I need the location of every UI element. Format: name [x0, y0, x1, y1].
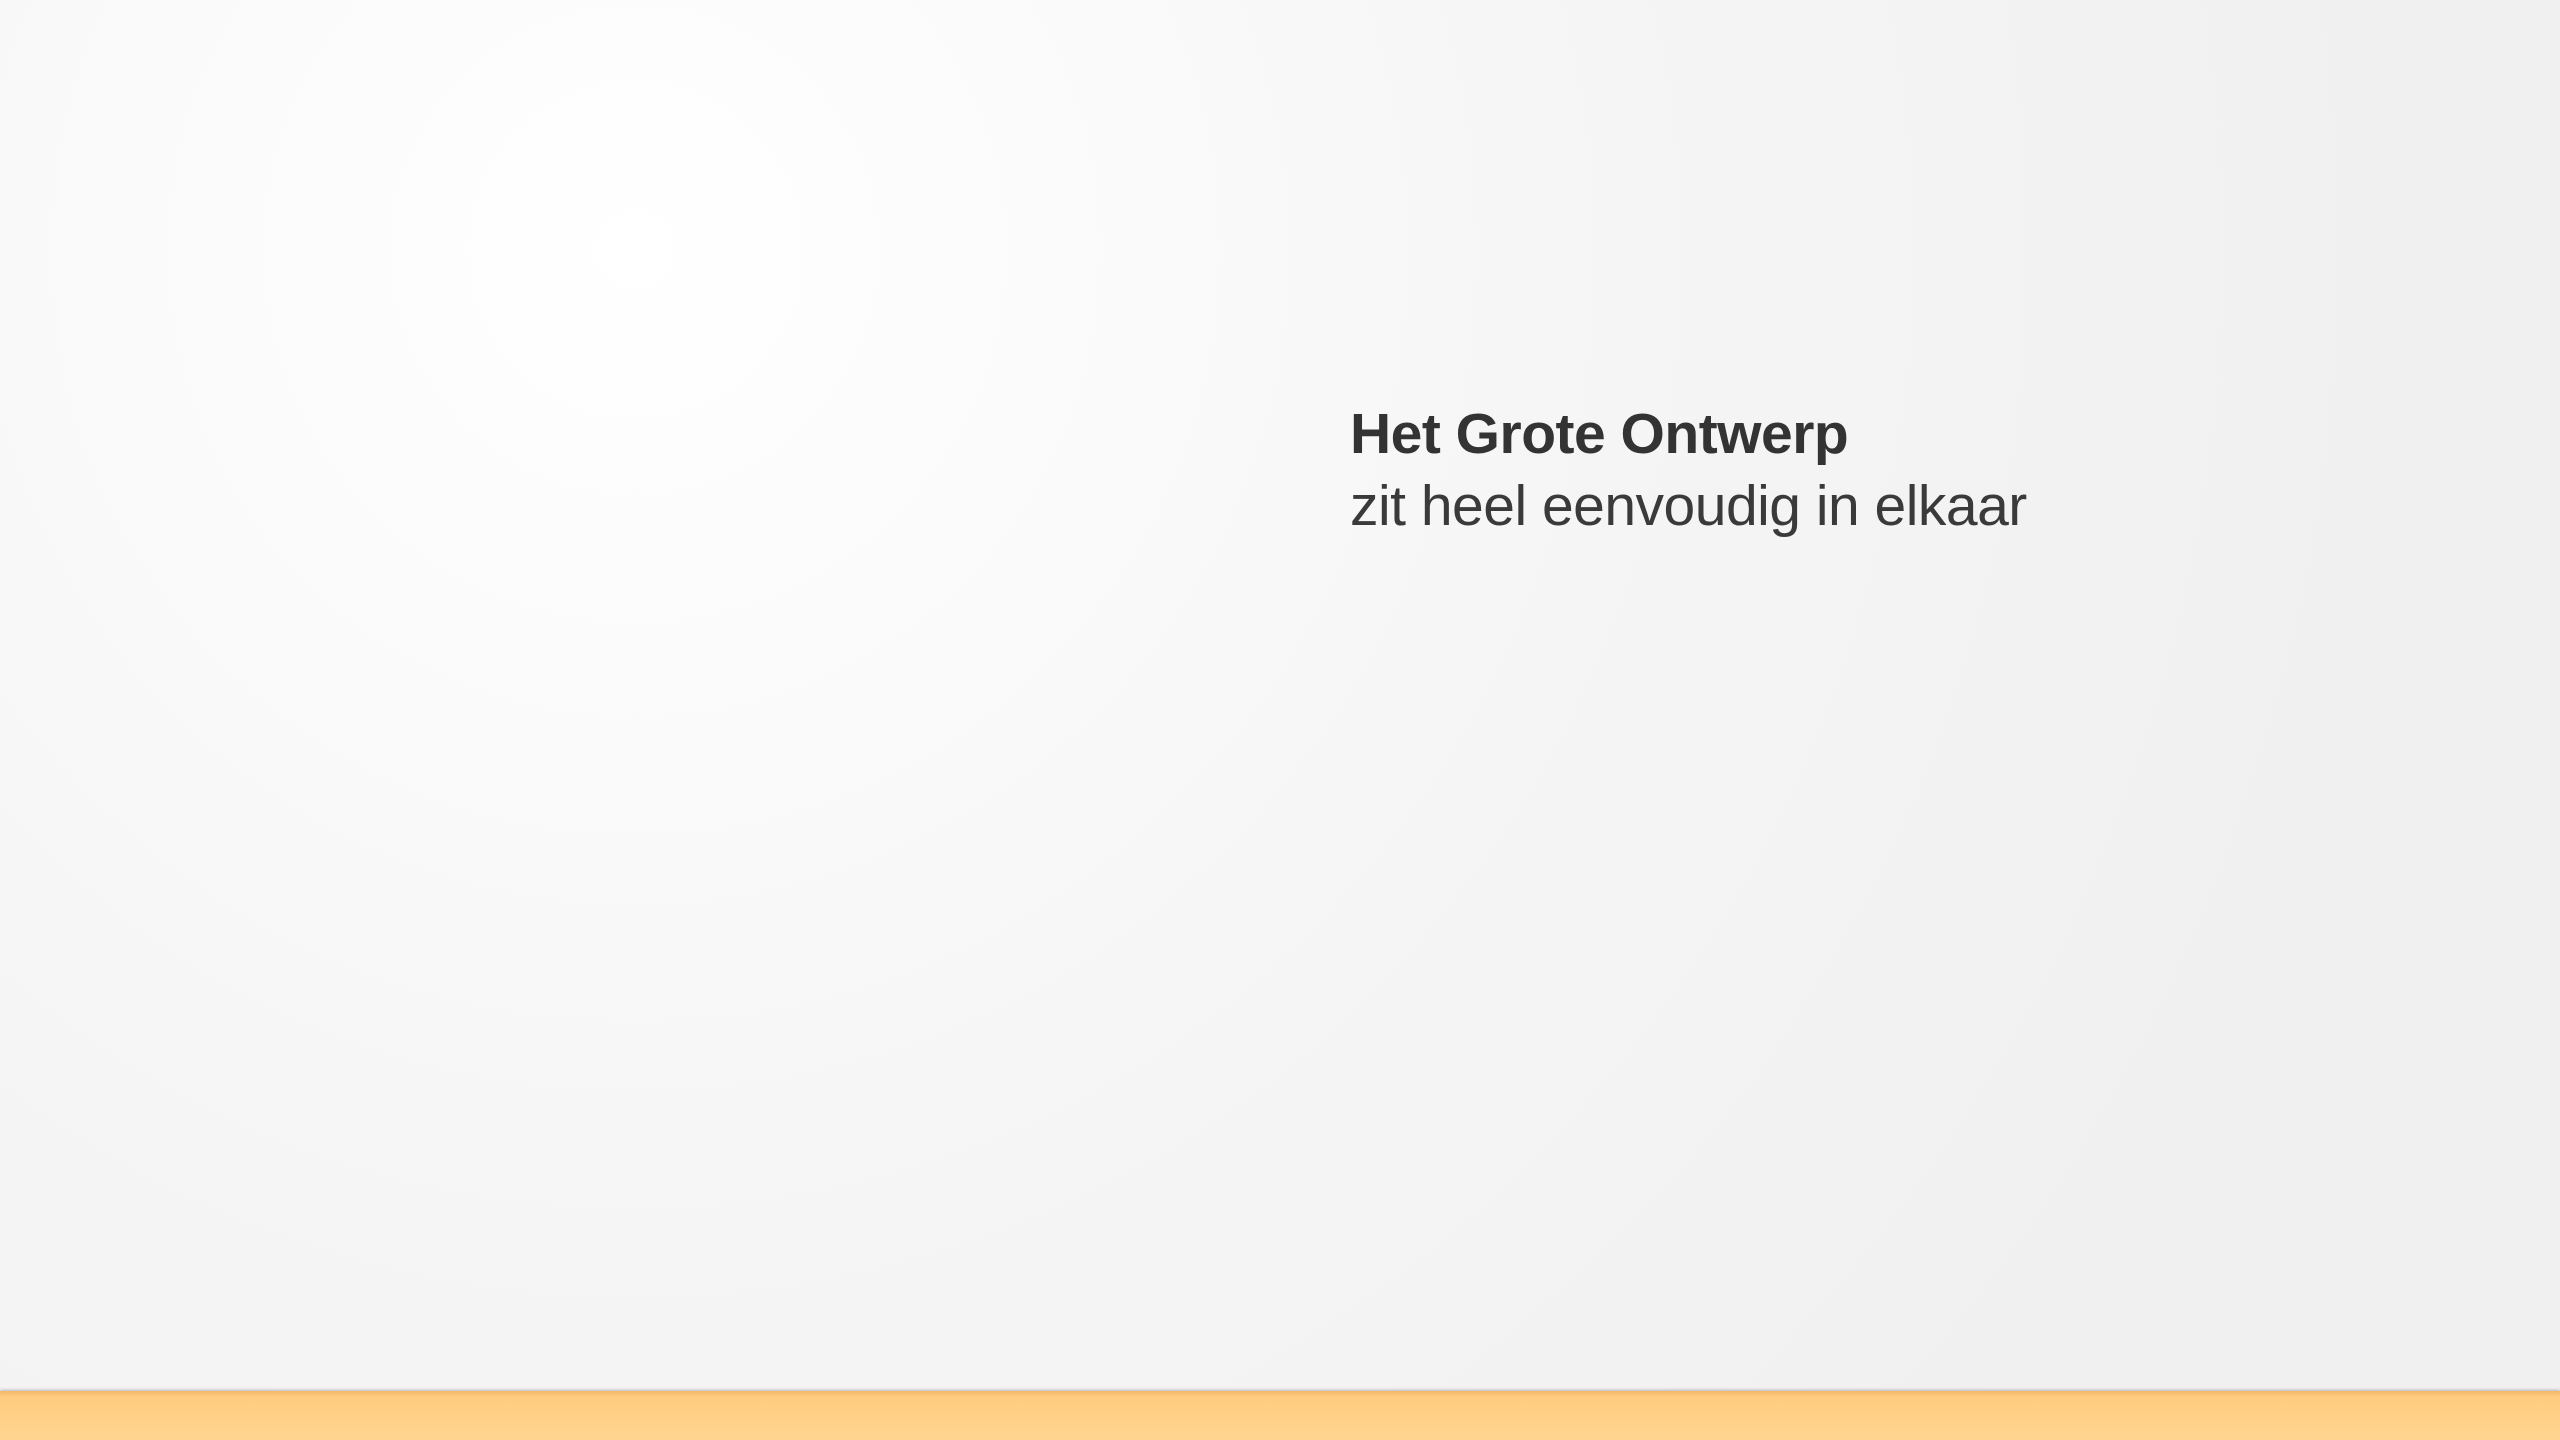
hero-text: Het Grote Ontwerp zit heel eenvoudig in …	[1350, 398, 2027, 542]
page-title: Het Grote Ontwerp	[1350, 402, 1849, 466]
footer-accent-bar	[0, 1391, 2560, 1440]
page-subtitle: zit heel eenvoudig in elkaar	[1350, 474, 2027, 538]
